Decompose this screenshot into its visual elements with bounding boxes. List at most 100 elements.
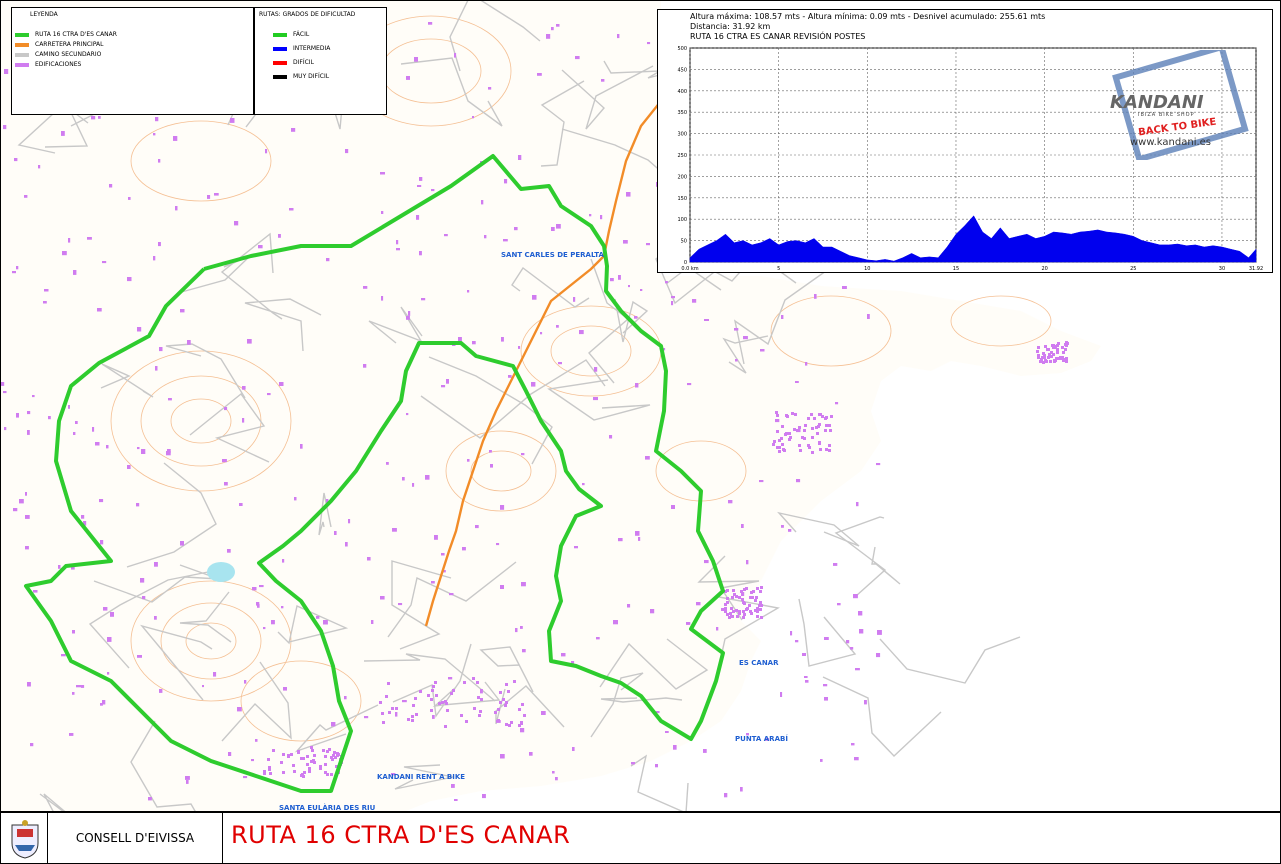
building <box>68 238 71 243</box>
building <box>798 426 801 429</box>
building <box>425 475 430 480</box>
building <box>811 451 814 454</box>
building <box>631 762 635 765</box>
building <box>746 560 749 565</box>
building <box>743 588 746 591</box>
building <box>671 505 675 509</box>
building <box>1056 348 1059 351</box>
building <box>759 608 762 611</box>
building <box>793 428 796 431</box>
building <box>363 286 368 289</box>
building <box>142 596 146 600</box>
building <box>292 764 295 767</box>
building <box>72 630 75 634</box>
legend-swatch <box>15 42 29 47</box>
building <box>724 610 727 613</box>
building <box>501 337 504 342</box>
building <box>267 393 271 396</box>
building <box>441 701 444 704</box>
building <box>803 437 806 440</box>
building <box>799 449 802 452</box>
building <box>419 690 422 693</box>
building <box>724 607 727 610</box>
place-label: SANT CARLES DE PERALTA <box>501 251 604 259</box>
building <box>395 707 398 710</box>
building <box>499 691 502 694</box>
building <box>308 770 311 773</box>
building <box>521 453 525 456</box>
building <box>25 515 30 519</box>
building <box>558 362 562 365</box>
building <box>818 441 821 444</box>
building <box>306 763 309 766</box>
building <box>345 149 349 154</box>
building <box>850 647 854 650</box>
building <box>202 685 204 688</box>
building <box>772 443 775 446</box>
building <box>523 714 526 717</box>
building <box>395 712 398 717</box>
building <box>300 444 303 449</box>
building <box>805 362 808 366</box>
y-tick-label: 150 <box>677 196 687 202</box>
building <box>773 440 776 443</box>
building <box>750 591 753 594</box>
building <box>531 382 536 387</box>
profile-title: RUTA 16 CTRA ES CANAR REVISIÓN POSTES <box>690 32 866 41</box>
building <box>692 299 697 303</box>
building <box>326 773 329 776</box>
building <box>392 528 397 532</box>
building <box>3 125 7 130</box>
building <box>781 525 784 528</box>
building <box>807 417 810 420</box>
building <box>740 590 743 593</box>
building <box>263 627 266 630</box>
building <box>735 595 738 598</box>
building <box>716 627 719 631</box>
building <box>167 449 171 453</box>
building <box>776 414 779 417</box>
building <box>387 682 390 685</box>
logo-brand: KANDANI <box>1110 92 1204 113</box>
building <box>743 613 746 616</box>
building <box>482 794 486 799</box>
building <box>16 413 19 418</box>
building <box>780 437 783 440</box>
building <box>186 780 189 784</box>
building <box>628 285 630 288</box>
difficulty-title: RUTAS: GRADOS DE DIFICULTAD <box>259 11 356 18</box>
building <box>475 525 479 529</box>
building <box>428 22 433 25</box>
building <box>1040 358 1043 361</box>
building <box>331 722 336 727</box>
building <box>835 402 839 405</box>
building <box>791 412 794 415</box>
building <box>751 596 754 599</box>
building <box>855 668 860 671</box>
building <box>480 698 483 701</box>
building <box>731 596 734 599</box>
building <box>81 685 85 688</box>
building <box>472 677 475 680</box>
building <box>247 339 252 344</box>
building <box>497 708 500 711</box>
building <box>518 346 521 349</box>
map-canvas[interactable]: SANT CARLES DE PERALTA ES CANAR PUNTA ARAB… <box>0 0 1281 812</box>
building <box>415 713 418 716</box>
building <box>818 423 821 426</box>
building <box>255 739 258 742</box>
building <box>450 692 453 695</box>
building <box>671 296 675 299</box>
building <box>109 184 113 188</box>
building <box>155 366 158 371</box>
building <box>726 597 729 600</box>
building <box>796 429 801 433</box>
building <box>759 480 764 483</box>
building <box>81 515 85 519</box>
building <box>451 784 455 788</box>
building <box>438 702 441 705</box>
building <box>448 677 453 680</box>
building <box>780 692 783 697</box>
building <box>520 728 525 733</box>
building <box>1046 348 1049 351</box>
